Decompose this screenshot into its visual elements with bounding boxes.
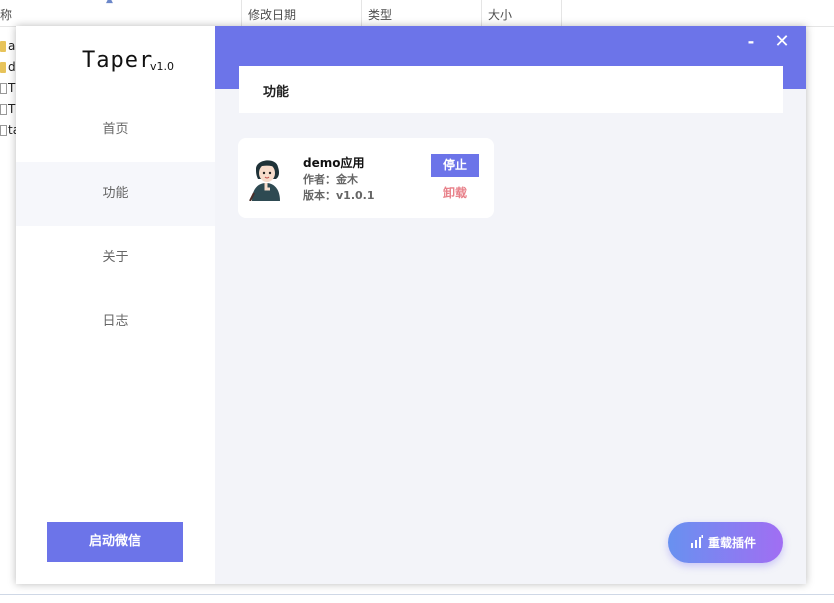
nav-item-label: 功能 bbox=[102, 186, 129, 201]
column-date-modified[interactable]: 修改日期 bbox=[242, 0, 362, 26]
app-logo: Taper bbox=[82, 48, 154, 73]
column-type[interactable]: 类型 bbox=[362, 0, 482, 26]
explorer-status-divider bbox=[0, 594, 834, 595]
folder-icon bbox=[0, 62, 6, 73]
nav-item-home[interactable]: 首页 bbox=[16, 98, 215, 162]
nav-item-label: 关于 bbox=[102, 250, 129, 265]
column-size-label: 大小 bbox=[488, 8, 513, 22]
nav-item-features[interactable]: 功能 bbox=[16, 162, 215, 226]
column-date-label: 修改日期 bbox=[248, 8, 297, 22]
nav-item-logs[interactable]: 日志 bbox=[16, 290, 215, 354]
file-name: d bbox=[8, 60, 16, 74]
sidebar: Taper v1.0 首页 功能 关于 日志 启动微信 bbox=[16, 26, 215, 584]
file-icon bbox=[0, 125, 7, 136]
plugin-card: demo应用 作者：金木 版本：v1.0.1 停止 卸载 bbox=[238, 138, 494, 218]
column-name[interactable]: 称 bbox=[0, 0, 242, 26]
file-name: T bbox=[8, 81, 16, 95]
explorer-column-header: 称 ▲ 修改日期 类型 大小 bbox=[0, 0, 834, 27]
file-icon bbox=[0, 104, 7, 115]
nav-item-about[interactable]: 关于 bbox=[16, 226, 215, 290]
column-name-label: 称 bbox=[0, 8, 13, 22]
close-button[interactable]: ✕ bbox=[772, 32, 792, 52]
plugin-avatar-icon bbox=[246, 153, 286, 201]
column-type-label: 类型 bbox=[368, 8, 393, 22]
reload-plugins-label: 重载插件 bbox=[708, 536, 757, 550]
page-title: 功能 bbox=[263, 85, 290, 100]
file-name: T bbox=[8, 102, 16, 116]
reload-plugins-button[interactable]: 重载插件 bbox=[668, 522, 783, 563]
plugin-author: 作者：金木 bbox=[303, 173, 358, 186]
file-name: a bbox=[8, 39, 16, 53]
nav-item-label: 日志 bbox=[102, 314, 129, 329]
app-version: v1.0 bbox=[150, 60, 175, 73]
uninstall-plugin-button[interactable]: 卸载 bbox=[431, 184, 479, 202]
column-size[interactable]: 大小 bbox=[482, 0, 562, 26]
file-icon bbox=[0, 83, 7, 94]
plugin-version: 版本：v1.0.1 bbox=[303, 189, 375, 202]
folder-icon bbox=[0, 41, 6, 52]
sort-caret-icon: ▲ bbox=[106, 0, 113, 5]
nav-item-label: 首页 bbox=[102, 122, 129, 137]
signal-bars-icon bbox=[691, 535, 703, 548]
launch-wechat-button[interactable]: 启动微信 bbox=[47, 522, 183, 562]
plugin-name: demo应用 bbox=[303, 156, 365, 170]
taper-app-window: Taper v1.0 首页 功能 关于 日志 启动微信 - ✕ 功能 demo应… bbox=[16, 26, 806, 584]
section-header-card: 功能 bbox=[239, 66, 783, 113]
stop-plugin-button[interactable]: 停止 bbox=[431, 154, 479, 177]
minimize-button[interactable]: - bbox=[741, 32, 761, 52]
